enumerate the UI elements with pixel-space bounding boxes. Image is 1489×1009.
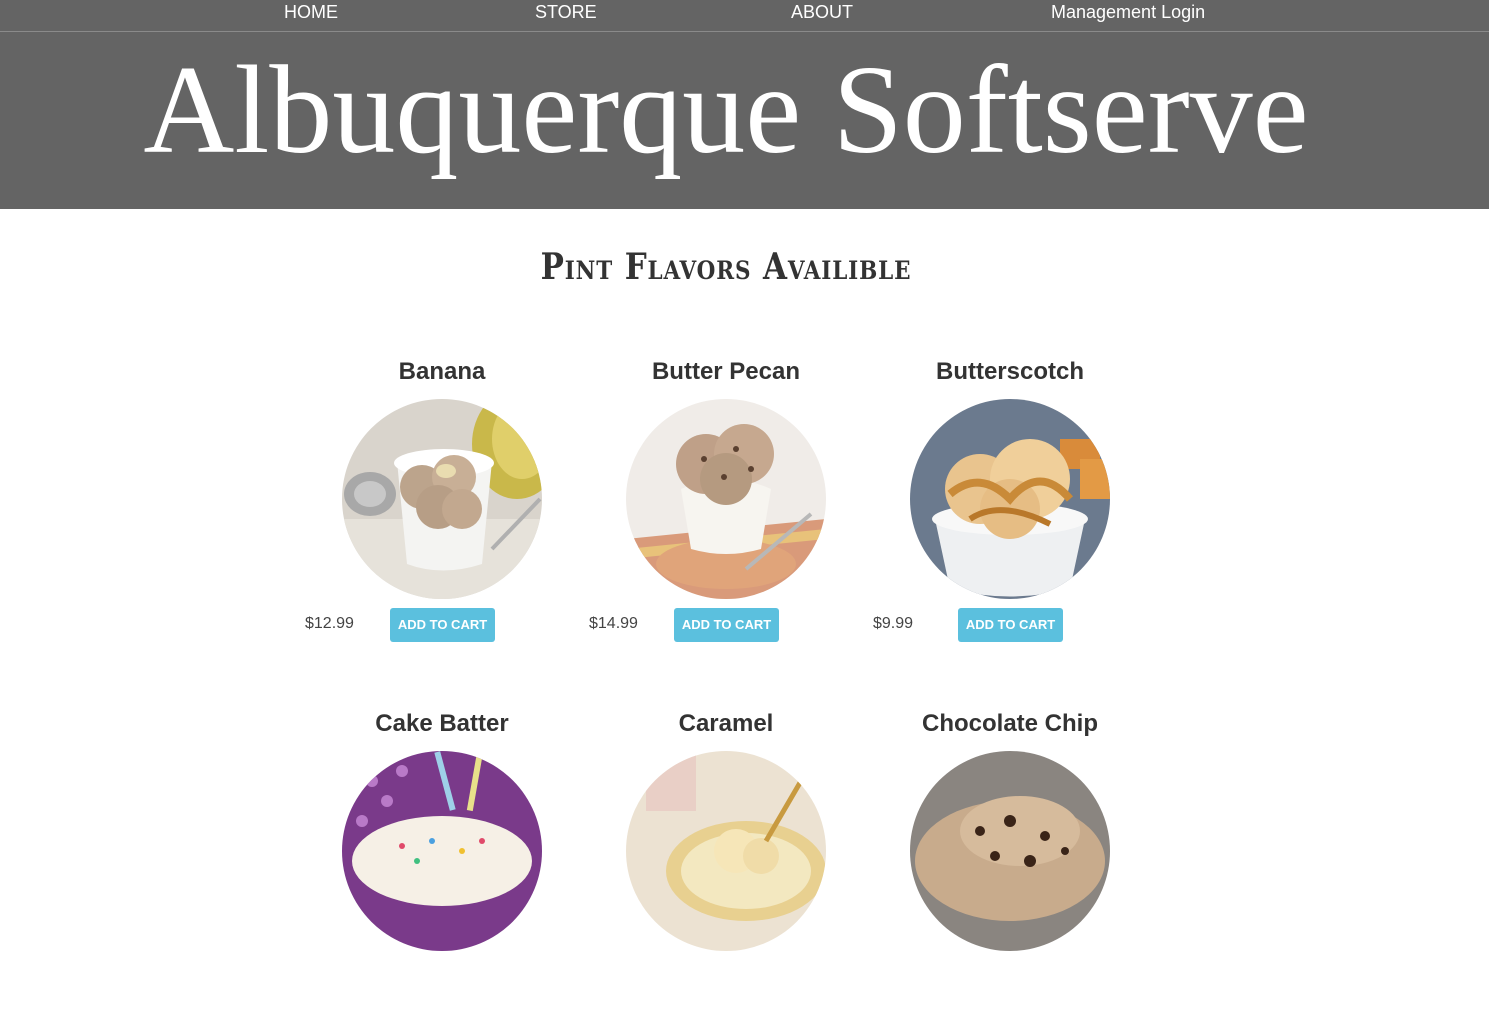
add-to-cart-button[interactable]: ADD TO CART <box>958 608 1063 642</box>
nav-about-link[interactable]: ABOUT <box>791 1 853 23</box>
chocolate-chip-ice-cream-image <box>910 751 1110 951</box>
product-name: Butterscotch <box>935 358 1085 385</box>
butterscotch-ice-cream-image <box>910 399 1110 599</box>
nav-management-login-link[interactable]: Management Login <box>1051 1 1205 23</box>
product-card-butterscotch: Butterscotch $9.99 ADD TO CART <box>868 357 1152 657</box>
banana-ice-cream-image <box>342 399 542 599</box>
top-nav: HOME STORE ABOUT Management Login <box>0 0 1489 32</box>
product-card-banana: Banana $12.99 ADD TO CART <box>300 357 584 657</box>
product-name: Caramel <box>678 710 774 737</box>
product-name: Cake Batter <box>375 710 509 737</box>
nav-store-link[interactable]: STORE <box>535 1 597 23</box>
product-name: Chocolate Chip <box>921 710 1098 737</box>
product-price: $12.99 <box>305 615 354 632</box>
add-to-cart-button[interactable]: ADD TO CART <box>390 608 495 642</box>
site-banner: Albuquerque Softserve <box>0 32 1489 209</box>
product-price: $14.99 <box>589 615 638 632</box>
add-to-cart-button[interactable]: ADD TO CART <box>674 608 779 642</box>
product-name: Banana <box>398 358 486 385</box>
site-title: Albuquerque Softserve <box>143 41 1309 180</box>
cake-batter-ice-cream-image <box>342 751 542 951</box>
product-name: Butter Pecan <box>651 358 801 385</box>
caramel-ice-cream-image <box>626 751 826 951</box>
butter-pecan-ice-cream-image <box>626 399 826 599</box>
section-title: Pint Flavors Availible <box>540 246 912 288</box>
product-card-chocolate-chip: Chocolate Chip <box>868 709 1152 1009</box>
product-price: $9.99 <box>873 615 914 632</box>
product-card-caramel: Caramel <box>584 709 868 1009</box>
product-card-butter-pecan: Butter Pecan $14.99 ADD TO CART <box>584 357 868 657</box>
product-card-cake-batter: Cake Batter <box>300 709 584 1009</box>
nav-home-link[interactable]: HOME <box>284 1 338 23</box>
